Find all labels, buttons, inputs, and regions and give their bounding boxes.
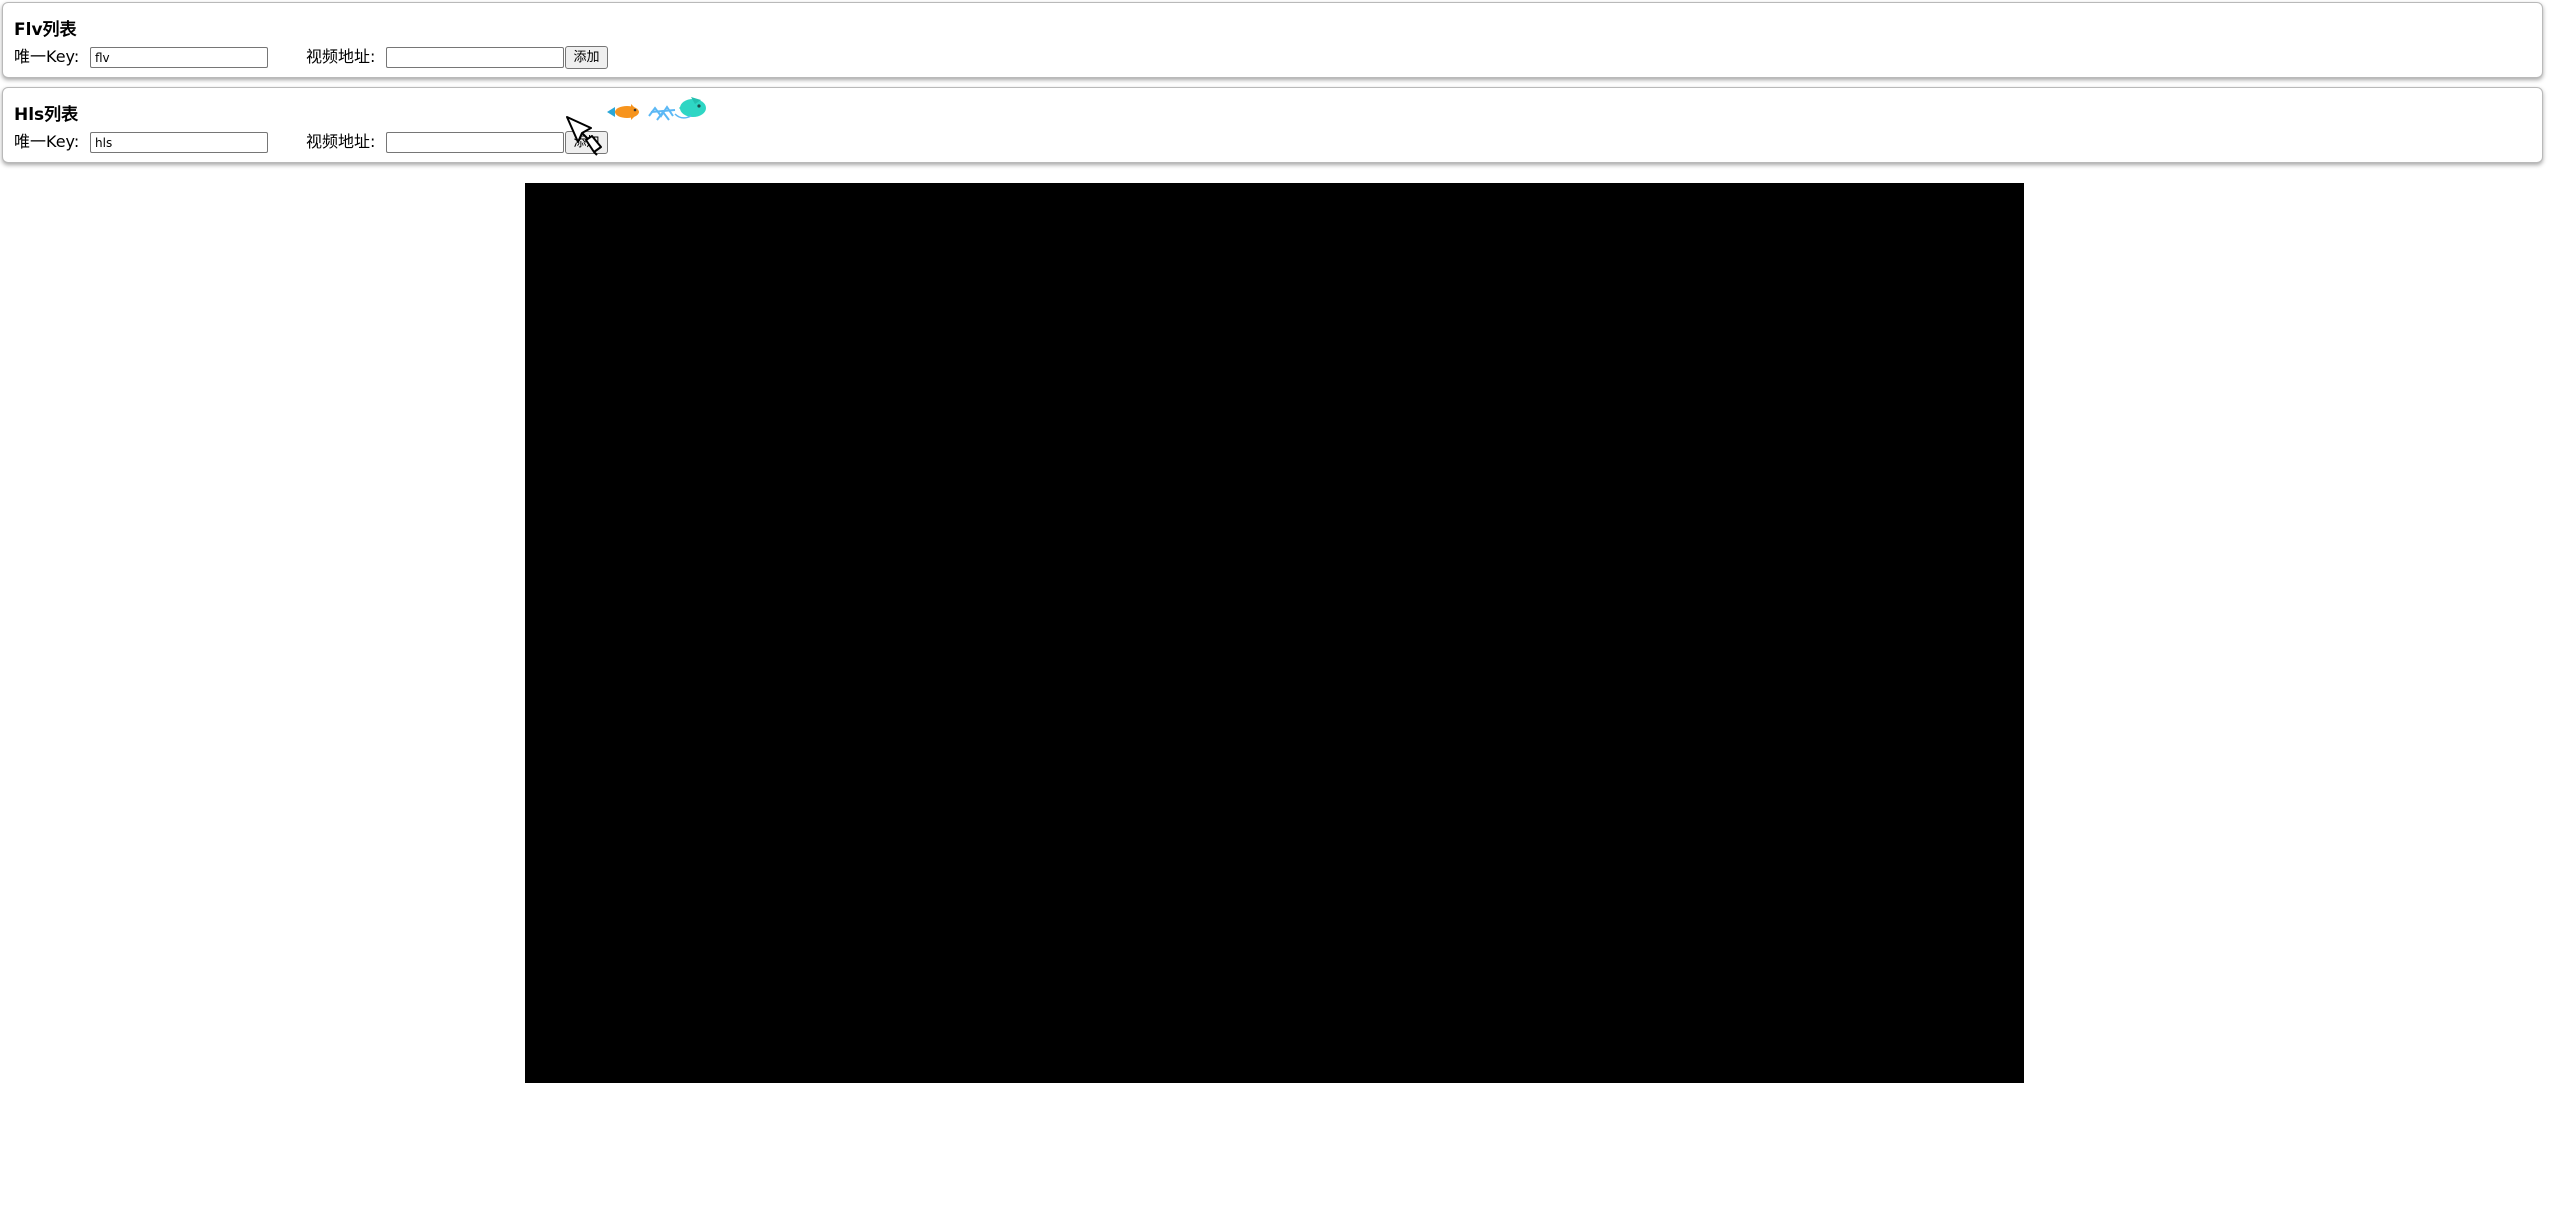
hls-panel: Hls列表 唯一Key: 视频地址: 添加 [2,87,2543,163]
hls-form-row: 唯一Key: 视频地址: 添加 [14,130,914,154]
flv-panel: Flv列表 唯一Key: 视频地址: 添加 [2,2,2543,78]
hls-add-button[interactable]: 添加 [565,131,608,154]
video-player[interactable] [525,183,2024,1083]
hls-key-label: 唯一Key: [14,132,80,151]
hls-url-label: 视频地址: [306,132,376,151]
hls-panel-title: Hls列表 [14,105,79,125]
flv-add-button[interactable]: 添加 [565,46,608,69]
flv-url-input[interactable] [386,47,564,68]
flv-panel-title: Flv列表 [14,20,77,40]
flv-key-input[interactable] [90,47,268,68]
page: Flv列表 唯一Key: 视频地址: 添加 Hls列表 唯一Key: 视频地址:… [0,0,2551,1231]
hls-key-input[interactable] [90,132,268,153]
flv-url-label: 视频地址: [306,47,376,66]
flv-form-row: 唯一Key: 视频地址: 添加 [14,45,914,69]
flv-key-label: 唯一Key: [14,47,80,66]
hls-url-input[interactable] [386,132,564,153]
